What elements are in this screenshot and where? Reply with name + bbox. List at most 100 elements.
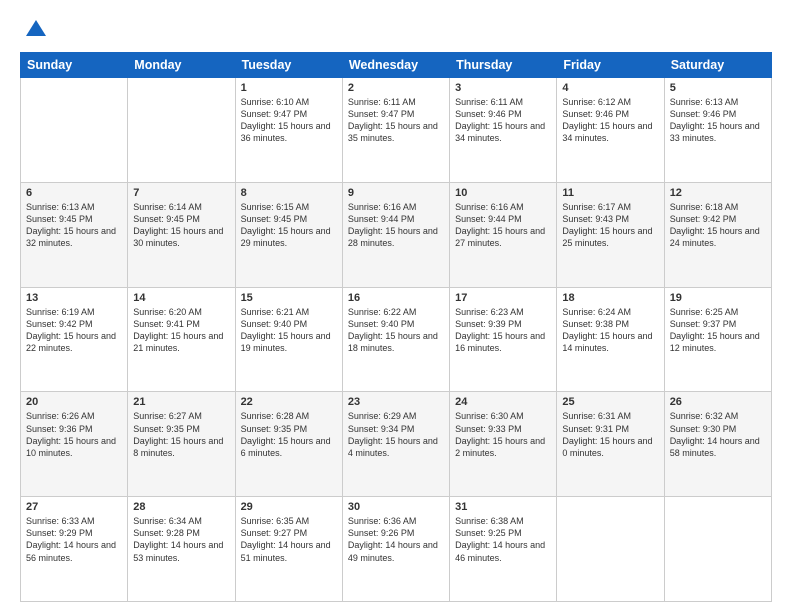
calendar-cell	[557, 497, 664, 602]
day-content: Sunrise: 6:14 AM Sunset: 9:45 PM Dayligh…	[133, 201, 229, 250]
calendar-week-1: 1 Sunrise: 6:10 AM Sunset: 9:47 PM Daylig…	[21, 78, 772, 183]
day-content: Sunrise: 6:34 AM Sunset: 9:28 PM Dayligh…	[133, 515, 229, 564]
calendar-cell: 6 Sunrise: 6:13 AM Sunset: 9:45 PM Daylig…	[21, 182, 128, 287]
day-number: 26	[670, 396, 766, 408]
day-number: 30	[348, 501, 444, 513]
day-number: 13	[26, 292, 122, 304]
day-number: 23	[348, 396, 444, 408]
day-number: 1	[241, 82, 337, 94]
calendar-header-monday: Monday	[128, 53, 235, 78]
calendar-cell: 30Sunrise: 6:36 AM Sunset: 9:26 PM Dayli…	[342, 497, 449, 602]
calendar-header-saturday: Saturday	[664, 53, 771, 78]
day-content: Sunrise: 6:27 AM Sunset: 9:35 PM Dayligh…	[133, 410, 229, 459]
day-number: 5	[670, 82, 766, 94]
calendar-cell	[664, 497, 771, 602]
day-number: 8	[241, 187, 337, 199]
calendar-cell: 31Sunrise: 6:38 AM Sunset: 9:25 PM Dayli…	[450, 497, 557, 602]
calendar-cell: 7 Sunrise: 6:14 AM Sunset: 9:45 PM Daylig…	[128, 182, 235, 287]
calendar-cell: 10Sunrise: 6:16 AM Sunset: 9:44 PM Dayli…	[450, 182, 557, 287]
calendar-cell: 3 Sunrise: 6:11 AM Sunset: 9:46 PM Daylig…	[450, 78, 557, 183]
day-content: Sunrise: 6:38 AM Sunset: 9:25 PM Dayligh…	[455, 515, 551, 564]
calendar-week-5: 27Sunrise: 6:33 AM Sunset: 9:29 PM Dayli…	[21, 497, 772, 602]
day-number: 29	[241, 501, 337, 513]
day-content: Sunrise: 6:30 AM Sunset: 9:33 PM Dayligh…	[455, 410, 551, 459]
calendar-header-row: SundayMondayTuesdayWednesdayThursdayFrid…	[21, 53, 772, 78]
day-content: Sunrise: 6:12 AM Sunset: 9:46 PM Dayligh…	[562, 96, 658, 145]
calendar-header-sunday: Sunday	[21, 53, 128, 78]
calendar-cell: 25Sunrise: 6:31 AM Sunset: 9:31 PM Dayli…	[557, 392, 664, 497]
day-content: Sunrise: 6:24 AM Sunset: 9:38 PM Dayligh…	[562, 306, 658, 355]
calendar-cell: 29 Sunrise: 6:35 AM Sunset: 9:27 PM Dayli…	[235, 497, 342, 602]
calendar-cell: 5 Sunrise: 6:13 AM Sunset: 9:46 PM Daylig…	[664, 78, 771, 183]
day-number: 27	[26, 501, 122, 513]
calendar-cell: 20Sunrise: 6:26 AM Sunset: 9:36 PM Dayli…	[21, 392, 128, 497]
calendar-cell: 9 Sunrise: 6:16 AM Sunset: 9:44 PM Daylig…	[342, 182, 449, 287]
day-content: Sunrise: 6:17 AM Sunset: 9:43 PM Dayligh…	[562, 201, 658, 250]
day-content: Sunrise: 6:22 AM Sunset: 9:40 PM Dayligh…	[348, 306, 444, 355]
day-content: Sunrise: 6:35 AM Sunset: 9:27 PM Dayligh…	[241, 515, 337, 564]
header	[20, 16, 772, 44]
day-number: 22	[241, 396, 337, 408]
day-content: Sunrise: 6:11 AM Sunset: 9:46 PM Dayligh…	[455, 96, 551, 145]
day-number: 6	[26, 187, 122, 199]
day-content: Sunrise: 6:23 AM Sunset: 9:39 PM Dayligh…	[455, 306, 551, 355]
day-number: 2	[348, 82, 444, 94]
calendar-cell: 18 Sunrise: 6:24 AM Sunset: 9:38 PM Dayli…	[557, 287, 664, 392]
day-content: Sunrise: 6:13 AM Sunset: 9:45 PM Dayligh…	[26, 201, 122, 250]
logo-icon	[22, 16, 50, 44]
calendar-week-2: 6 Sunrise: 6:13 AM Sunset: 9:45 PM Daylig…	[21, 182, 772, 287]
calendar-cell	[21, 78, 128, 183]
day-content: Sunrise: 6:18 AM Sunset: 9:42 PM Dayligh…	[670, 201, 766, 250]
calendar-cell: 4 Sunrise: 6:12 AM Sunset: 9:46 PM Daylig…	[557, 78, 664, 183]
day-content: Sunrise: 6:32 AM Sunset: 9:30 PM Dayligh…	[670, 410, 766, 459]
calendar-week-3: 13Sunrise: 6:19 AM Sunset: 9:42 PM Dayli…	[21, 287, 772, 392]
calendar-cell: 14 Sunrise: 6:20 AM Sunset: 9:41 PM Dayli…	[128, 287, 235, 392]
day-number: 24	[455, 396, 551, 408]
calendar-cell: 27Sunrise: 6:33 AM Sunset: 9:29 PM Dayli…	[21, 497, 128, 602]
day-number: 17	[455, 292, 551, 304]
calendar-header-wednesday: Wednesday	[342, 53, 449, 78]
day-number: 11	[562, 187, 658, 199]
calendar-cell	[128, 78, 235, 183]
day-number: 20	[26, 396, 122, 408]
calendar-cell: 12 Sunrise: 6:18 AM Sunset: 9:42 PM Dayli…	[664, 182, 771, 287]
page: SundayMondayTuesdayWednesdayThursdayFrid…	[0, 0, 792, 612]
day-content: Sunrise: 6:16 AM Sunset: 9:44 PM Dayligh…	[348, 201, 444, 250]
day-content: Sunrise: 6:11 AM Sunset: 9:47 PM Dayligh…	[348, 96, 444, 145]
day-content: Sunrise: 6:13 AM Sunset: 9:46 PM Dayligh…	[670, 96, 766, 145]
day-content: Sunrise: 6:16 AM Sunset: 9:44 PM Dayligh…	[455, 201, 551, 250]
calendar-cell: 19 Sunrise: 6:25 AM Sunset: 9:37 PM Dayli…	[664, 287, 771, 392]
calendar-cell: 21Sunrise: 6:27 AM Sunset: 9:35 PM Dayli…	[128, 392, 235, 497]
calendar-week-4: 20Sunrise: 6:26 AM Sunset: 9:36 PM Dayli…	[21, 392, 772, 497]
day-content: Sunrise: 6:10 AM Sunset: 9:47 PM Dayligh…	[241, 96, 337, 145]
day-number: 16	[348, 292, 444, 304]
day-number: 7	[133, 187, 229, 199]
calendar-cell: 17 Sunrise: 6:23 AM Sunset: 9:39 PM Dayli…	[450, 287, 557, 392]
day-number: 3	[455, 82, 551, 94]
calendar-cell: 1 Sunrise: 6:10 AM Sunset: 9:47 PM Daylig…	[235, 78, 342, 183]
calendar-cell: 15Sunrise: 6:21 AM Sunset: 9:40 PM Dayli…	[235, 287, 342, 392]
calendar-header-tuesday: Tuesday	[235, 53, 342, 78]
day-number: 4	[562, 82, 658, 94]
day-content: Sunrise: 6:25 AM Sunset: 9:37 PM Dayligh…	[670, 306, 766, 355]
calendar-header-friday: Friday	[557, 53, 664, 78]
day-number: 18	[562, 292, 658, 304]
calendar-cell: 8 Sunrise: 6:15 AM Sunset: 9:45 PM Daylig…	[235, 182, 342, 287]
day-content: Sunrise: 6:15 AM Sunset: 9:45 PM Dayligh…	[241, 201, 337, 250]
day-number: 19	[670, 292, 766, 304]
calendar-cell: 23Sunrise: 6:29 AM Sunset: 9:34 PM Dayli…	[342, 392, 449, 497]
calendar-cell: 13Sunrise: 6:19 AM Sunset: 9:42 PM Dayli…	[21, 287, 128, 392]
day-content: Sunrise: 6:20 AM Sunset: 9:41 PM Dayligh…	[133, 306, 229, 355]
calendar-cell: 26 Sunrise: 6:32 AM Sunset: 9:30 PM Dayli…	[664, 392, 771, 497]
calendar-header-thursday: Thursday	[450, 53, 557, 78]
day-number: 9	[348, 187, 444, 199]
calendar-cell: 11 Sunrise: 6:17 AM Sunset: 9:43 PM Dayli…	[557, 182, 664, 287]
day-number: 14	[133, 292, 229, 304]
day-number: 28	[133, 501, 229, 513]
calendar: SundayMondayTuesdayWednesdayThursdayFrid…	[20, 52, 772, 602]
calendar-cell: 16 Sunrise: 6:22 AM Sunset: 9:40 PM Dayli…	[342, 287, 449, 392]
calendar-cell: 24 Sunrise: 6:30 AM Sunset: 9:33 PM Dayli…	[450, 392, 557, 497]
calendar-cell: 2 Sunrise: 6:11 AM Sunset: 9:47 PM Daylig…	[342, 78, 449, 183]
day-number: 12	[670, 187, 766, 199]
day-number: 15	[241, 292, 337, 304]
